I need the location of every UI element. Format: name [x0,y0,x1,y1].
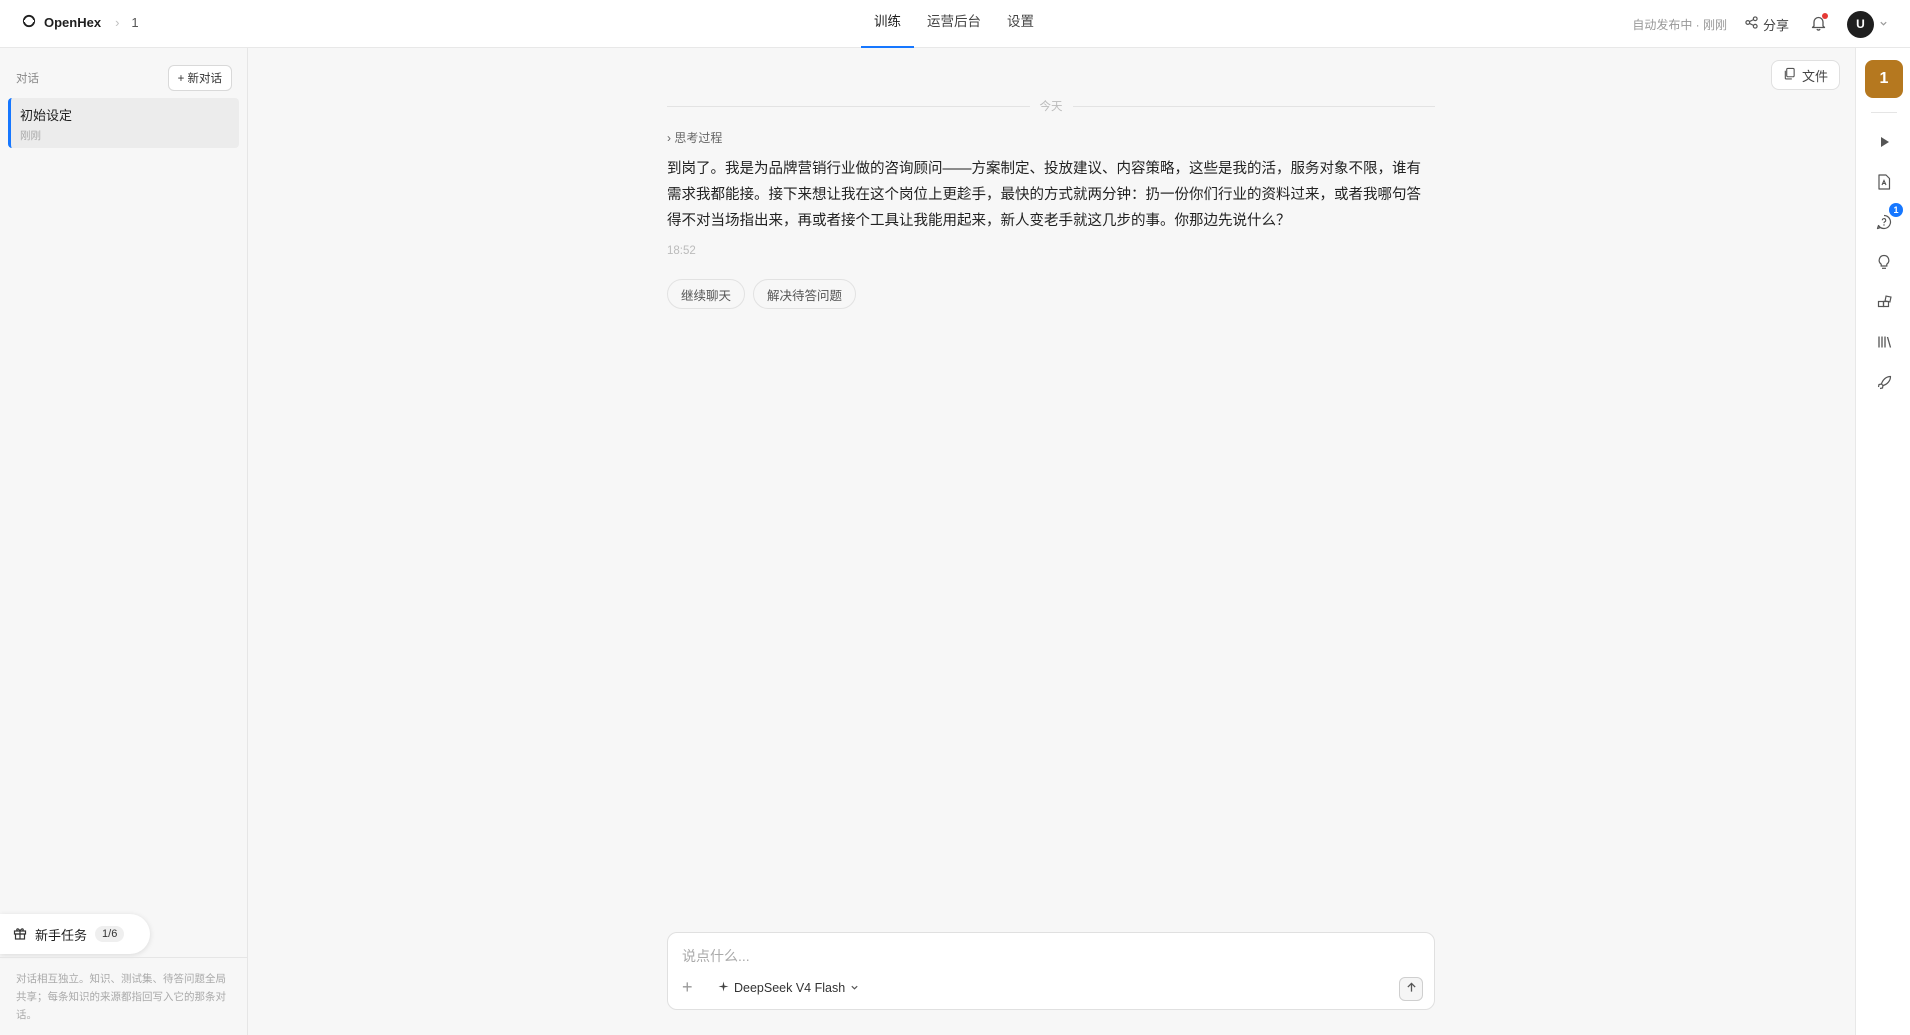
header-actions: 自动发布中 · 刚刚 分享 U [1632,10,1888,38]
chevron-down-icon [1879,17,1888,31]
attach-button[interactable]: + [682,978,700,997]
tasks-progress: 1/6 [95,926,125,942]
main-tabs: 训练 运营后台 设置 [861,0,1047,48]
chat-area: 文件 今天 › 思考过程 到岗了。我是为品牌营销行业做的咨询顾问——方案制定、投… [249,48,1854,1035]
separator-line-right [1072,105,1435,107]
copy-file-icon [1783,67,1796,83]
tab-train[interactable]: 训练 [861,0,914,48]
avatar: U [1847,10,1874,38]
files-label: 文件 [1801,68,1828,84]
share-button[interactable]: 分享 [1745,15,1789,34]
toolbar-divider [1871,112,1897,113]
publish-status: 自动发布中 · 刚刚 [1632,17,1727,32]
app-name: OpenHex [44,15,102,30]
onboarding-tasks-button[interactable]: 新手任务 1/6 [0,914,150,954]
share-label: 分享 [1762,17,1789,33]
sparkle-icon [718,981,729,995]
sidebar-note: 对话相互独立。知识、测试集、待答问题全局共享；每条知识的来源都指回写入它的那条对… [16,973,226,1021]
lightbulb-icon[interactable] [1874,252,1894,272]
agent-badge[interactable]: 1 [1865,60,1903,98]
question-chat-icon[interactable]: 1 [1874,203,1903,232]
continue-chat-chip[interactable]: 继续聊天 [667,279,746,309]
conversation-item[interactable]: 初始设定 刚刚 [8,98,239,148]
questions-count-badge: 1 [1889,203,1903,217]
share-icon [1745,16,1758,32]
chevron-down-icon [850,981,859,995]
message-timestamp: 18:52 [667,245,696,257]
day-separator: 今天 [667,98,1435,114]
conversation-sidebar: 对话 + 新对话 初始设定 刚刚 新手任务 1/6 对话相互独立。知识、测试集、… [0,48,248,1035]
tab-operations[interactable]: 运营后台 [914,0,994,48]
model-selector[interactable]: DeepSeek V4 Flash [718,979,859,997]
openhex-logo-icon [22,14,36,31]
send-button[interactable] [1399,977,1423,1001]
conversation-time: 刚刚 [20,130,41,142]
notification-dot [1822,13,1828,19]
message-composer: + DeepSeek V4 Flash [667,932,1435,1010]
sidebar-header: 对话 + 新对话 [16,64,232,92]
arrow-up-icon [1406,980,1417,998]
notifications-button[interactable] [1807,13,1829,35]
tab-settings[interactable]: 设置 [994,0,1047,48]
message-input[interactable] [682,945,1382,967]
rocket-icon[interactable] [1874,372,1894,392]
brand[interactable]: OpenHex › 1 [22,14,139,31]
top-bar: OpenHex › 1 训练 运营后台 设置 自动发布中 · 刚刚 分享 U [0,0,1910,48]
thinking-toggle[interactable]: › 思考过程 [667,129,722,146]
sidebar-divider [0,957,248,958]
user-menu[interactable]: U [1847,10,1888,38]
new-chat-button[interactable]: + 新对话 [167,65,232,91]
breadcrumb-separator: › [115,15,120,30]
separator-line-left [667,105,1030,107]
sidebar-title: 对话 [16,73,39,85]
library-icon[interactable] [1874,332,1894,352]
play-icon[interactable] [1874,132,1894,152]
day-separator-label: 今天 [1039,101,1063,113]
document-icon[interactable] [1874,172,1894,192]
breadcrumb-current[interactable]: 1 [131,15,138,30]
conversation-title: 初始设定 [20,108,73,123]
model-name: DeepSeek V4 Flash [734,981,846,995]
plugin-icon[interactable] [1874,292,1894,312]
assistant-message: 到岗了。我是为品牌营销行业做的咨询顾问——方案制定、投放建议、内容策略，这些是我… [667,161,1421,229]
suggestion-chips: 继续聊天 解决待答问题 [667,279,857,309]
files-button[interactable]: 文件 [1770,60,1840,90]
tasks-label: 新手任务 [35,927,88,943]
gift-icon [13,926,27,943]
right-toolbar: 1 1 [1855,48,1910,1035]
resolve-questions-chip[interactable]: 解决待答问题 [753,279,857,309]
